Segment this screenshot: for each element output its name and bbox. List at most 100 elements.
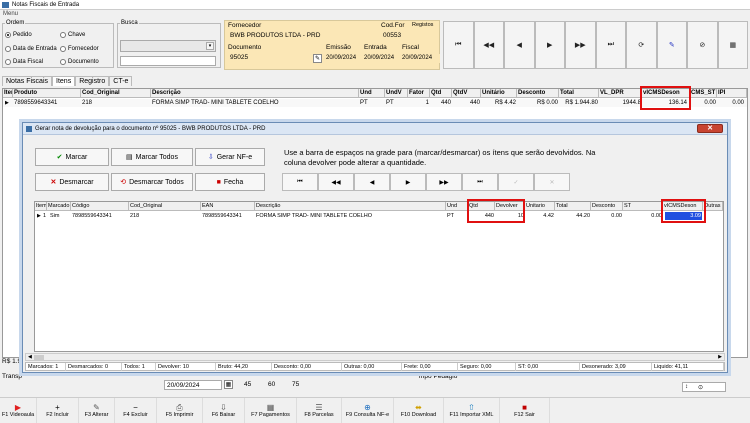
col-header-item[interactable]: Item [3, 89, 13, 98]
nav-next-page-button[interactable]: ▶▶ [565, 21, 596, 69]
cell-qtdv[interactable]: 440 [452, 99, 481, 107]
cell-und[interactable]: PT [359, 99, 385, 107]
busca-select[interactable]: ▾ [120, 40, 216, 52]
devolucao-grid[interactable]: Item Marcado Código Cod_Original EAN Des… [34, 199, 724, 352]
scroll-left-icon[interactable]: ◀ [28, 354, 32, 360]
dcol-header-und[interactable]: Und [446, 202, 468, 211]
cod-for-value[interactable]: 00553 [381, 32, 416, 41]
menu-bar[interactable]: Menu [0, 10, 750, 19]
fkey-button-8[interactable]: ☰ F8 Parcelas [297, 398, 342, 423]
radio-data-entrada[interactable]: Data de Entrada [5, 46, 57, 52]
busca-input[interactable] [120, 56, 216, 66]
dcol-header-codigo[interactable]: Código [71, 202, 129, 211]
fkey-button-1[interactable]: ▶ F1 Videoaula [0, 398, 37, 423]
calculator-icon[interactable]: ▦ [717, 21, 748, 69]
fkey-button-9[interactable]: ⊕ F9 Consulta NF-e [342, 398, 394, 423]
cell-unitario[interactable]: R$ 4.42 [481, 99, 517, 107]
tab-cte[interactable]: CT-e [109, 76, 133, 86]
marcar-button[interactable]: ✔ Marcar [35, 148, 109, 166]
dcol-header-descricao[interactable]: Descrição [255, 202, 446, 211]
nav-last-button[interactable]: ⏭ [595, 21, 626, 69]
dlg-nav-cancel[interactable]: ✕ [534, 173, 570, 191]
cell-cod-original[interactable]: 218 [81, 99, 151, 107]
refresh-icon[interactable]: ⟳ [626, 21, 657, 69]
radio-fornecedor[interactable]: Fornecedor [60, 46, 99, 52]
radio-pedido[interactable]: Pedido [5, 32, 32, 38]
tab-registro[interactable]: Registro [75, 76, 110, 86]
col-header-qtd[interactable]: Qtd [430, 89, 452, 98]
nav-first-button[interactable]: ⏮ [443, 21, 474, 69]
cell-fator[interactable]: 1 [408, 99, 430, 107]
radio-data-fiscal[interactable]: Data Fiscal [5, 59, 43, 65]
fkey-button-12[interactable]: ■ F12 Sair [500, 398, 550, 423]
fiscal-value[interactable]: 20/09/2024 [400, 54, 440, 63]
cell-ipi[interactable]: 0.00 [717, 99, 745, 107]
scroll-right-icon[interactable]: ▶ [718, 354, 722, 360]
fornecedor-value[interactable]: BWB PRODUTOS LTDA - PRD [228, 32, 358, 41]
cell-descricao[interactable]: FORMA SIMP TRAD- MINI TABLETE COELHO [151, 99, 359, 107]
dcol-header-marcado[interactable]: Marcado [47, 202, 71, 211]
nav-next-button[interactable]: ▶ [534, 21, 565, 69]
fkey-button-7[interactable]: ▦ F7 Pagamentos [245, 398, 297, 423]
emissao-value[interactable]: 20/09/2024 [324, 54, 362, 63]
dcol-header-unitario[interactable]: Unitario [525, 202, 555, 211]
nav-prior-button[interactable]: ◀ [504, 21, 535, 69]
chevron-down-icon[interactable]: ▾ [206, 42, 214, 50]
documento-value[interactable]: 95025 [228, 54, 312, 63]
dcell-unitario[interactable]: 4.42 [525, 212, 555, 220]
col-header-undv[interactable]: UndV [385, 89, 408, 98]
dcol-header-outras[interactable]: Outras [703, 202, 723, 211]
dcell-marcado[interactable]: Sim [49, 212, 71, 220]
dcell-descricao[interactable]: FORMA SIMP TRAD- MINI TABLETE COELHO [255, 212, 446, 220]
col-header-desconto[interactable]: Desconto [517, 89, 559, 98]
col-header-qtdv[interactable]: QtdV [452, 89, 481, 98]
edit-icon[interactable]: ✎ [656, 21, 687, 69]
dlg-nav-next[interactable]: ▶ [390, 173, 426, 191]
radio-documento[interactable]: Documento [60, 59, 99, 65]
dcell-total[interactable]: 44.20 [555, 212, 591, 220]
dcol-header-item[interactable]: Item [35, 202, 47, 211]
dcell-ean[interactable]: 7898559643341 [201, 212, 255, 220]
dlg-nav-first[interactable]: ⏮ [282, 173, 318, 191]
tab-itens[interactable]: Itens [52, 76, 76, 86]
cell-undv[interactable]: PT [385, 99, 408, 107]
desmarcar-button[interactable]: ✕ Desmarcar [35, 173, 109, 191]
col-header-descricao[interactable]: Descrição [151, 89, 359, 98]
vencimento-input[interactable]: 20/09/2024 [164, 380, 222, 390]
radio-chave[interactable]: Chave [60, 32, 85, 38]
dlg-nav-prior[interactable]: ◀ [354, 173, 390, 191]
dcol-header-cod-original[interactable]: Cod_Original [129, 202, 201, 211]
dcell-und[interactable]: PT [446, 212, 468, 220]
dcell-item[interactable]: 1 [40, 212, 47, 220]
col-header-icms-st[interactable]: CMS_ST [690, 89, 717, 98]
pencil-icon[interactable]: ✎ [313, 54, 322, 63]
cancel-icon[interactable]: ⊘ [687, 21, 718, 69]
nav-prior-page-button[interactable]: ◀◀ [473, 21, 504, 69]
fkey-button-2[interactable]: + F2 Incluir [37, 398, 79, 423]
dlg-nav-last[interactable]: ⏭ [462, 173, 498, 191]
dcell-desconto[interactable]: 0.00 [591, 212, 623, 220]
marcar-todos-button[interactable]: ▤ Marcar Todos [111, 148, 193, 166]
fkey-button-11[interactable]: ⇧ F11 Importar XML [444, 398, 500, 423]
search-icon[interactable]: ⊙ [698, 384, 703, 391]
dlg-nav-next-page[interactable]: ▶▶ [426, 173, 462, 191]
dcol-header-total[interactable]: Total [555, 202, 591, 211]
dcell-cod-original[interactable]: 218 [129, 212, 201, 220]
col-header-total[interactable]: Total [559, 89, 599, 98]
dcell-outras[interactable] [703, 212, 723, 220]
cell-total[interactable]: R$ 1.944.80 [559, 99, 599, 107]
close-icon[interactable]: ✕ [697, 124, 723, 133]
dcell-st[interactable]: 0.00 [623, 212, 663, 220]
dcol-header-ean[interactable]: EAN [201, 202, 255, 211]
col-header-und[interactable]: Und [359, 89, 385, 98]
cell-vl-dpr[interactable]: 1944.8 [599, 99, 642, 107]
fkey-button-4[interactable]: − F4 Excluir [115, 398, 157, 423]
cell-qtd[interactable]: 440 [430, 99, 452, 107]
dlg-nav-prior-page[interactable]: ◀◀ [318, 173, 354, 191]
tab-notas-fiscais[interactable]: Notas Fiscais [2, 76, 53, 86]
fkey-button-3[interactable]: ✎ F3 Alterar [79, 398, 115, 423]
desmarcar-todos-button[interactable]: ⟲ Desmarcar Todos [111, 173, 193, 191]
fecha-button[interactable]: ■ Fecha [195, 173, 265, 191]
col-header-unitario[interactable]: Unitário [481, 89, 517, 98]
col-header-cod-original[interactable]: Cod_Original [81, 89, 151, 98]
